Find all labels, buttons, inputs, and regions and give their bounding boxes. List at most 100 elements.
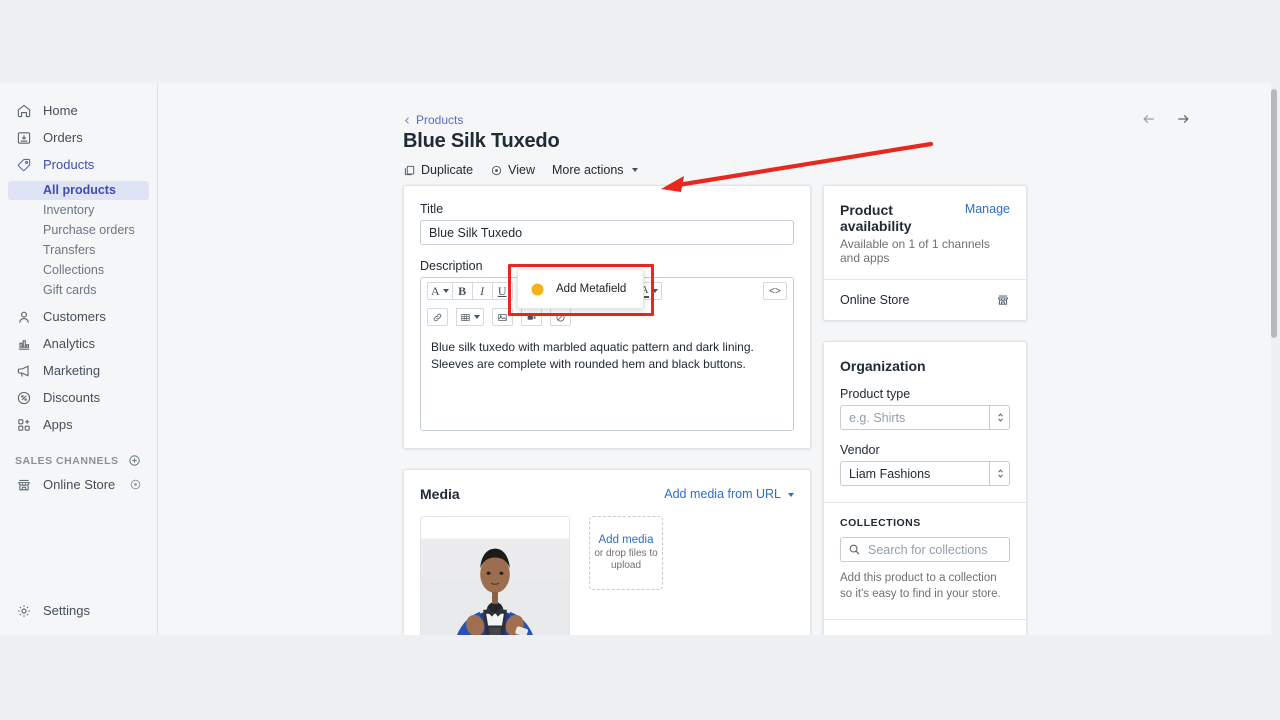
sales-channels-heading: SALES CHANNELS bbox=[15, 454, 141, 467]
sidebar-item-label: Apps bbox=[43, 417, 73, 432]
sidebar-item-orders[interactable]: Orders bbox=[8, 127, 149, 148]
next-product-icon[interactable] bbox=[1175, 111, 1191, 127]
main-scroll-area: Products Blue Silk Tuxedo Duplicate View… bbox=[158, 83, 1271, 635]
sidebar-item-label: Discounts bbox=[43, 390, 101, 405]
page-action-bar: Duplicate View More actions bbox=[403, 163, 638, 177]
font-style-icon[interactable]: A bbox=[427, 282, 453, 300]
organization-card: Organization Product type Vendor bbox=[823, 341, 1027, 635]
italic-icon[interactable]: I bbox=[471, 282, 493, 300]
availability-channel-row: Online Store bbox=[824, 280, 1026, 320]
vertical-scrollbar-track[interactable] bbox=[1258, 166, 1271, 635]
sidebar-item-home[interactable]: Home bbox=[8, 100, 149, 121]
sidebar-item-analytics[interactable]: Analytics bbox=[8, 333, 149, 354]
discount-icon bbox=[15, 389, 32, 406]
view-all-tags-button[interactable]: View all tags bbox=[940, 634, 1010, 635]
chevron-down-icon bbox=[788, 492, 794, 497]
vendor-label: Vendor bbox=[840, 443, 880, 457]
record-pager bbox=[1141, 111, 1191, 127]
products-tag-icon bbox=[15, 156, 32, 173]
title-field-label: Title bbox=[420, 202, 444, 216]
left-column: Title Description A B I U bbox=[403, 185, 811, 635]
product-image-thumbnail[interactable] bbox=[420, 516, 570, 635]
primary-nav: Home Orders Products All products Invent… bbox=[0, 83, 157, 435]
collections-helper-text: Add this product to a collection so it's… bbox=[840, 572, 1001, 601]
add-media-label: Add media bbox=[598, 534, 654, 547]
sidebar-item-transfers[interactable]: Transfers bbox=[8, 241, 149, 260]
page-content: Products Blue Silk Tuxedo Duplicate View… bbox=[158, 83, 1271, 635]
bold-icon[interactable]: B bbox=[451, 282, 473, 300]
add-media-dropzone[interactable]: Add media or drop files to upload bbox=[589, 516, 663, 590]
collections-search-input[interactable] bbox=[840, 537, 1010, 562]
sidebar-item-collections[interactable]: Collections bbox=[8, 261, 149, 280]
vendor-stepper-icon[interactable] bbox=[989, 461, 1010, 486]
table-group bbox=[456, 308, 484, 326]
main-sidebar: Home Orders Products All products Invent… bbox=[0, 83, 158, 635]
products-subnav: All products Inventory Purchase orders T… bbox=[0, 181, 157, 300]
code-view-icon[interactable]: <> bbox=[763, 282, 787, 300]
table-icon[interactable] bbox=[456, 308, 484, 326]
action-label: More actions bbox=[552, 163, 624, 177]
add-metafield-label: Add Metafield bbox=[556, 283, 627, 295]
duplicate-icon bbox=[404, 165, 415, 175]
link-group bbox=[427, 308, 448, 326]
link-icon[interactable] bbox=[427, 308, 448, 326]
sidebar-item-label: Online Store bbox=[43, 477, 116, 492]
more-actions-button[interactable]: More actions bbox=[552, 163, 638, 177]
availability-subtitle: Available on 1 of 1 channels and apps bbox=[840, 237, 990, 265]
duplicate-button[interactable]: Duplicate bbox=[403, 163, 473, 177]
product-type-input[interactable] bbox=[840, 405, 1010, 430]
collections-heading: COLLECTIONS bbox=[840, 517, 921, 529]
tags-section: TAGS View all tags men × bbox=[824, 620, 1026, 635]
sidebar-item-label: Customers bbox=[43, 309, 106, 324]
manage-availability-button[interactable]: Manage bbox=[965, 202, 1010, 216]
marketing-megaphone-icon bbox=[15, 362, 32, 379]
media-grid: Add media or drop files to upload bbox=[420, 516, 794, 635]
page-frame: Home Orders Products All products Invent… bbox=[0, 83, 1271, 635]
title-input[interactable] bbox=[420, 220, 794, 245]
sidebar-item-marketing[interactable]: Marketing bbox=[8, 360, 149, 381]
home-icon bbox=[15, 102, 32, 119]
sidebar-item-gift-cards[interactable]: Gift cards bbox=[8, 281, 149, 300]
vertical-scrollbar-thumb[interactable] bbox=[1271, 89, 1277, 338]
product-type-stepper-icon[interactable] bbox=[989, 405, 1010, 430]
availability-header: Product availability Manage Available on… bbox=[824, 186, 1026, 279]
sidebar-item-label: Marketing bbox=[43, 363, 101, 378]
vendor-input[interactable] bbox=[840, 461, 1010, 486]
analytics-icon bbox=[15, 335, 32, 352]
eye-icon[interactable] bbox=[129, 478, 142, 491]
availability-title: Product availability bbox=[840, 202, 912, 234]
add-media-from-url-button[interactable]: Add media from URL bbox=[664, 487, 794, 501]
sidebar-item-apps[interactable]: Apps bbox=[8, 414, 149, 435]
sidebar-item-label: Settings bbox=[43, 603, 90, 618]
sidebar-item-settings[interactable]: Settings bbox=[8, 600, 149, 621]
product-type-field bbox=[840, 405, 1010, 430]
sidebar-item-customers[interactable]: Customers bbox=[8, 306, 149, 327]
sidebar-item-label: Orders bbox=[43, 130, 83, 145]
right-column: Product availability Manage Available on… bbox=[823, 185, 1027, 635]
vendor-field bbox=[840, 461, 1010, 486]
media-title: Media bbox=[420, 486, 460, 502]
sidebar-item-label: Products bbox=[43, 157, 95, 172]
sidebar-item-label: Home bbox=[43, 103, 78, 118]
view-button[interactable]: View bbox=[490, 163, 535, 177]
chevron-down-icon bbox=[631, 168, 638, 172]
media-card-header: Media Add media from URL bbox=[420, 486, 794, 502]
sidebar-item-inventory[interactable]: Inventory bbox=[8, 201, 149, 220]
action-label: View bbox=[508, 163, 535, 177]
sidebar-item-products[interactable]: Products bbox=[8, 154, 149, 175]
page-title: Blue Silk Tuxedo bbox=[403, 130, 560, 152]
gear-icon bbox=[15, 602, 32, 619]
sidebar-item-label: Analytics bbox=[43, 336, 96, 351]
sidebar-item-discounts[interactable]: Discounts bbox=[8, 387, 149, 408]
breadcrumb[interactable]: Products bbox=[403, 113, 463, 127]
description-text[interactable]: Blue silk tuxedo with marbled aquatic pa… bbox=[421, 330, 793, 430]
add-metafield-popup[interactable]: Add Metafield bbox=[517, 269, 644, 309]
channel-label: Online Store bbox=[840, 293, 910, 307]
sidebar-item-all-products[interactable]: All products bbox=[8, 181, 149, 200]
sidebar-item-online-store[interactable]: Online Store bbox=[8, 474, 149, 495]
settings-row: Settings bbox=[0, 600, 157, 627]
sidebar-item-purchase-orders[interactable]: Purchase orders bbox=[8, 221, 149, 240]
previous-product-icon[interactable] bbox=[1141, 111, 1157, 127]
product-availability-card: Product availability Manage Available on… bbox=[823, 185, 1027, 321]
add-sales-channel-icon[interactable] bbox=[128, 454, 141, 467]
